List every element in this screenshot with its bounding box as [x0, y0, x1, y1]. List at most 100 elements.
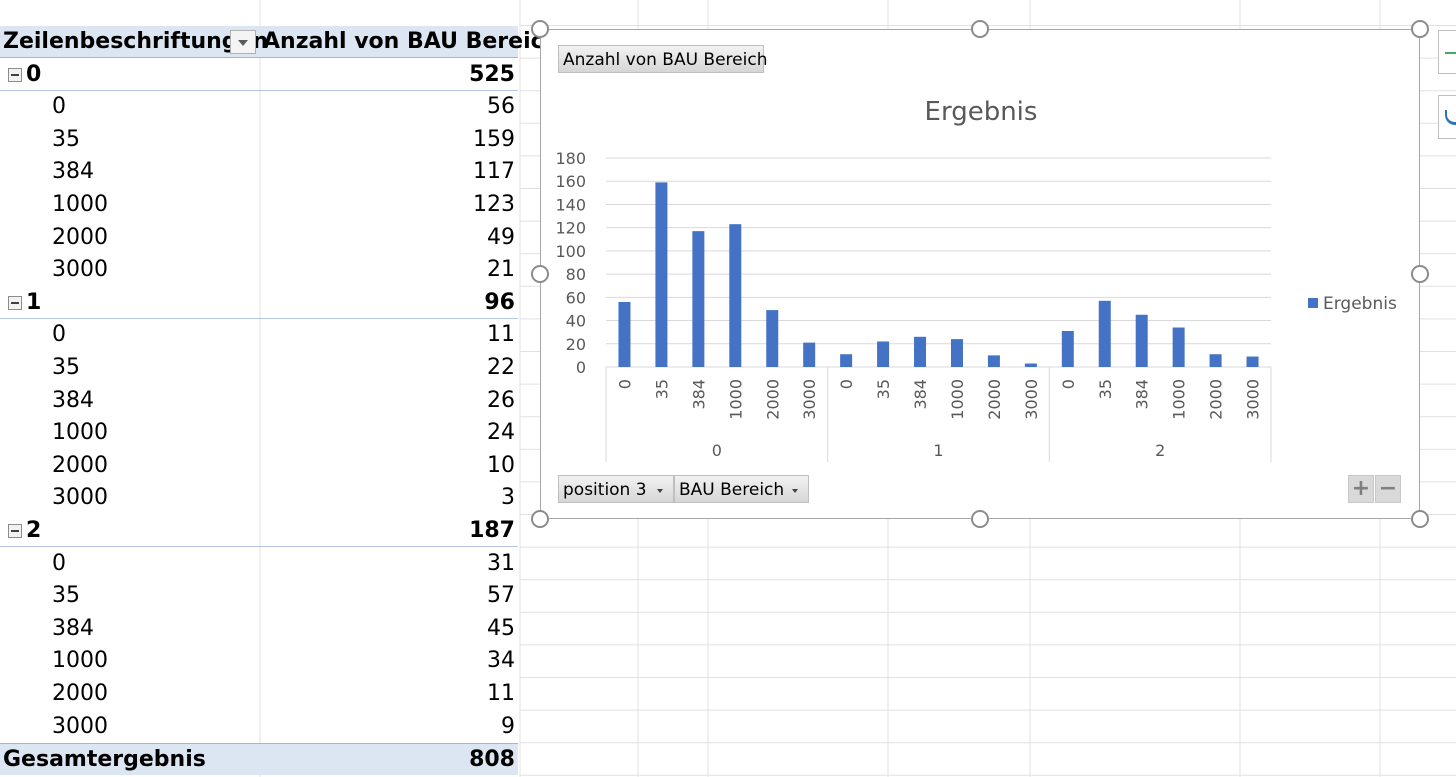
collapse-icon[interactable] — [8, 295, 22, 310]
pivot-header-row[interactable]: Zeilenbeschriftungen Anzahl von BAU Berei… — [0, 26, 559, 58]
bar — [618, 301, 631, 367]
group-label: 2 — [26, 518, 42, 543]
group-label: 2 — [1155, 441, 1165, 460]
group-total: 525 — [469, 61, 515, 87]
brush-icon — [1445, 110, 1456, 125]
y-tick-label: 160 — [555, 172, 586, 191]
pivot-item-row[interactable]: 1000 123 — [0, 189, 518, 221]
item-label: 1000 — [52, 420, 108, 446]
chart-plot: Ergebnis0204060801001201401601800 35 384 10… — [555, 97, 1397, 462]
bar — [1061, 331, 1074, 367]
group-total: 187 — [469, 518, 515, 543]
resize-handle-middle-right[interactable] — [1411, 265, 1429, 283]
item-value: 117 — [473, 159, 515, 185]
axis-field-button-bau[interactable]: BAU Bereich — [674, 475, 809, 503]
x-tick-label: 35 — [874, 379, 893, 399]
pivot-item-row[interactable]: 0 31 — [0, 548, 518, 580]
resize-handle-top-left[interactable] — [531, 20, 549, 38]
bar — [692, 231, 705, 367]
pivot-item-row[interactable]: 35 22 — [0, 352, 518, 384]
bar — [655, 182, 668, 367]
bar — [729, 224, 742, 367]
item-value: 3 — [501, 485, 515, 511]
resize-handle-top-center[interactable] — [971, 20, 989, 38]
axis-field-button-position[interactable]: position 3 — [558, 475, 674, 503]
x-tick-label: 3000 — [1022, 379, 1041, 420]
chart-styles-button[interactable] — [1438, 95, 1456, 139]
bar — [1209, 354, 1222, 367]
pivot-item-row[interactable]: 35 57 — [0, 580, 518, 612]
item-value: 11 — [487, 681, 515, 706]
resize-handle-bottom-left[interactable] — [531, 510, 549, 528]
group-label: 1 — [933, 441, 943, 460]
plus-icon: + — [1351, 476, 1371, 501]
item-value: 9 — [501, 713, 515, 739]
pivot-item-row[interactable]: 384 117 — [0, 156, 518, 188]
bar — [1246, 356, 1259, 367]
item-value: 31 — [487, 550, 515, 576]
pivot-item-row[interactable]: 2000 49 — [0, 222, 518, 254]
resize-handle-top-right[interactable] — [1411, 20, 1429, 38]
item-label: 1000 — [52, 648, 108, 674]
plus-icon — [1445, 52, 1456, 54]
pivot-item-row[interactable]: 0 11 — [0, 319, 518, 351]
collapse-field-button[interactable]: − — [1375, 475, 1401, 503]
item-value: 11 — [487, 322, 515, 348]
item-value: 34 — [487, 648, 515, 674]
item-label: 2000 — [52, 681, 108, 706]
bar — [1024, 363, 1037, 367]
pivot-item-row[interactable]: 3000 21 — [0, 254, 518, 286]
collapse-icon[interactable] — [8, 524, 22, 538]
x-tick-label: 2000 — [1207, 379, 1226, 420]
pivot-item-row[interactable]: 35 159 — [0, 124, 518, 156]
pivot-item-row[interactable]: 384 45 — [0, 613, 518, 645]
pivot-item-row[interactable]: 0 56 — [0, 91, 518, 123]
item-value: 57 — [487, 583, 515, 609]
pivot-item-row[interactable]: 1000 24 — [0, 417, 518, 449]
pivot-item-row[interactable]: 1000 34 — [0, 645, 518, 677]
y-tick-label: 140 — [555, 195, 586, 214]
collapse-icon[interactable] — [8, 67, 22, 82]
pivot-item-row[interactable]: 3000 3 — [0, 482, 518, 514]
item-label: 1000 — [52, 192, 108, 217]
item-label: 3000 — [52, 485, 108, 511]
expand-field-button[interactable]: + — [1348, 475, 1374, 503]
y-tick-label: 180 — [555, 149, 586, 168]
pivot-group-row[interactable]: 2 187 — [0, 515, 518, 547]
pivot-item-row[interactable]: 2000 10 — [0, 450, 518, 482]
value-header: Anzahl von BAU Bereich — [263, 29, 560, 54]
bar — [950, 339, 963, 367]
pivot-item-row[interactable]: 2000 11 — [0, 678, 518, 710]
pivot-item-row[interactable]: 384 26 — [0, 385, 518, 417]
resize-handle-middle-left[interactable] — [531, 265, 549, 283]
y-tick-label: 60 — [566, 288, 586, 307]
filter-dropdown-icon[interactable] — [230, 30, 256, 54]
y-tick-label: 40 — [566, 312, 586, 331]
resize-handle-bottom-right[interactable] — [1411, 510, 1429, 528]
pivot-group-row[interactable]: 0 525 — [0, 59, 518, 91]
pivot-grand-total-row[interactable]: Gesamtergebnis 808 — [0, 743, 518, 776]
x-tick-label: 1000 — [948, 379, 967, 420]
resize-handle-bottom-center[interactable] — [971, 510, 989, 528]
item-label: 384 — [52, 615, 94, 641]
item-value: 26 — [487, 387, 515, 413]
pivot-group-row[interactable]: 1 96 — [0, 287, 518, 319]
pivot-item-row[interactable]: 3000 9 — [0, 711, 518, 743]
grand-total-value: 808 — [469, 747, 515, 773]
x-tick-label: 2000 — [985, 379, 1004, 420]
chart-elements-button[interactable] — [1438, 30, 1456, 74]
y-tick-label: 100 — [555, 242, 586, 261]
pivot-chart[interactable]: Anzahl von BAU Bereich Ergebnis 0 20 40 60 80… — [540, 29, 1420, 519]
x-tick-label: 0 — [837, 379, 856, 389]
item-label: 3000 — [52, 713, 108, 739]
bar — [766, 310, 779, 367]
pivot-table[interactable]: Zeilenbeschriftungen Anzahl von BAU Berei… — [0, 0, 559, 777]
bar — [840, 354, 853, 367]
y-tick-label: 0 — [576, 358, 586, 377]
group-label: 0 — [26, 61, 42, 87]
x-tick-label: 3000 — [800, 379, 819, 420]
x-tick-label: 0 — [615, 379, 634, 389]
group-label: 1 — [26, 289, 42, 315]
item-label: 2000 — [52, 224, 108, 250]
item-value: 22 — [487, 355, 515, 380]
